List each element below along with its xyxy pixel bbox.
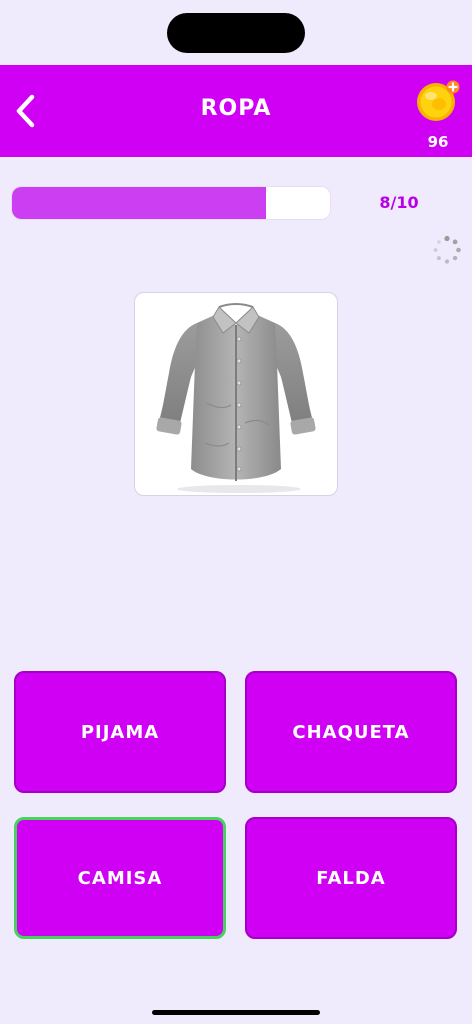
header-bar: ROPA 96 bbox=[0, 65, 472, 157]
page-title: ROPA bbox=[200, 96, 272, 121]
question-image-card bbox=[134, 292, 338, 496]
answer-option-pijama[interactable]: PIJAMA bbox=[14, 671, 226, 793]
coins-button[interactable]: 96 bbox=[414, 78, 462, 152]
progress-label: 8/10 bbox=[379, 193, 419, 212]
loading-spinner-icon bbox=[433, 235, 461, 264]
dynamic-island bbox=[167, 13, 305, 53]
shirt-image bbox=[156, 303, 316, 493]
answer-option-camisa[interactable]: CAMISA bbox=[14, 817, 226, 939]
answer-option-chaqueta[interactable]: CHAQUETA bbox=[245, 671, 457, 793]
progress-bar bbox=[11, 186, 331, 220]
home-indicator bbox=[152, 1010, 320, 1015]
quiz-screen: ROPA 96 8/10 PIJAMA CHAQUETA CAMISA FALD… bbox=[0, 0, 472, 1024]
coin-icon bbox=[417, 80, 460, 121]
answer-option-falda[interactable]: FALDA bbox=[245, 817, 457, 939]
progress-fill bbox=[12, 187, 267, 219]
coin-count: 96 bbox=[427, 133, 449, 151]
